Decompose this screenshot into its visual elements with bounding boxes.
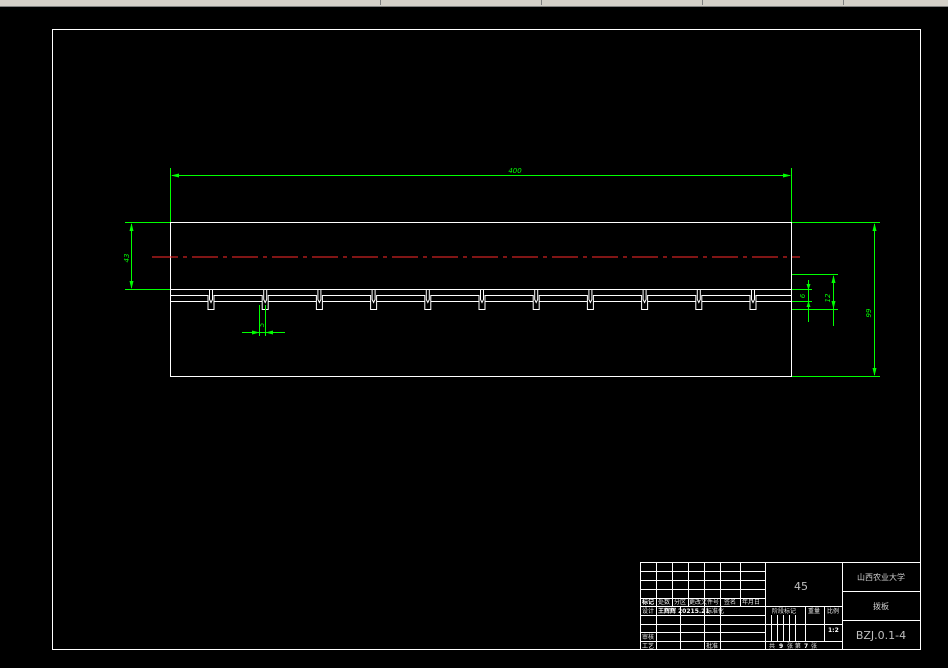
label-weight: 重量 [808,607,820,615]
dimension-length: 400 [170,167,792,222]
label-zone: 分区 [674,598,686,606]
label-sheet-suffix: 张 [811,642,817,650]
dimension-length-text: 400 [508,167,522,175]
tooth-pin [480,289,484,304]
sheet-total-text: 9 [779,643,783,650]
drawing-frame [52,29,921,650]
label-ymd: 年月日 [742,598,760,606]
dimension-groove-offset-text: 12 [824,293,832,302]
part-name-text: 拨板 [873,601,889,611]
label-change-doc: 更改文件号 [689,598,719,606]
label-mark: 标记 [641,598,654,606]
scale-text: 1:2 [828,627,839,634]
dimension-total-height: 99 [792,222,880,377]
upper-block-outline [170,222,792,290]
material-text: 45 [794,580,808,593]
dimension-slot-depth: 6 [792,280,812,322]
dimension-upper-height-text: 43 [123,254,131,263]
label-count: 处数 [658,598,670,606]
dimension-total-height-text: 99 [865,308,873,317]
label-signature: 签名 [724,598,736,606]
label-sheet-mid: 张 第 [787,642,801,650]
dimension-upper-height: 43 [123,222,170,290]
tooth-pin [642,289,647,304]
tooth-pin [209,289,213,304]
tooth-pin [317,289,322,304]
drawing-number-text: BZJ.0.1-4 [856,629,906,642]
tooth-pin [371,289,376,304]
tooth-pin [534,289,539,304]
dimension-slot-width-text: 5 [258,322,266,327]
label-approve: 批准 [706,642,718,650]
tooth-pin [588,289,593,304]
drawing-canvas[interactable]: 400 43 99 12 6 5 45 山西农业大学 拨板 BZJ.0.1-4 … [0,0,948,668]
sheet-no-text: 7 [804,643,808,650]
tooth-pin [263,289,268,304]
dimension-groove-offset: 12 [792,274,838,326]
tooth-pin [696,289,701,304]
label-scale: 比例 [827,607,839,615]
label-stage-mark: 阶段标记 [772,607,796,615]
tooth-pin [425,289,430,304]
university-text: 山西农业大学 [857,572,905,582]
label-sheets-prefix: 共 [769,642,775,650]
designer-text: 王辉辉 [658,607,676,615]
label-standardize: 标准化 [706,607,724,615]
label-review: 审核 [642,633,654,641]
tooth-pin [751,289,755,304]
label-design: 设计 [642,607,654,615]
label-process: 工艺 [642,642,654,650]
dimension-slot-depth-text: 6 [799,293,807,298]
date-text: 20215.21 [678,608,710,615]
